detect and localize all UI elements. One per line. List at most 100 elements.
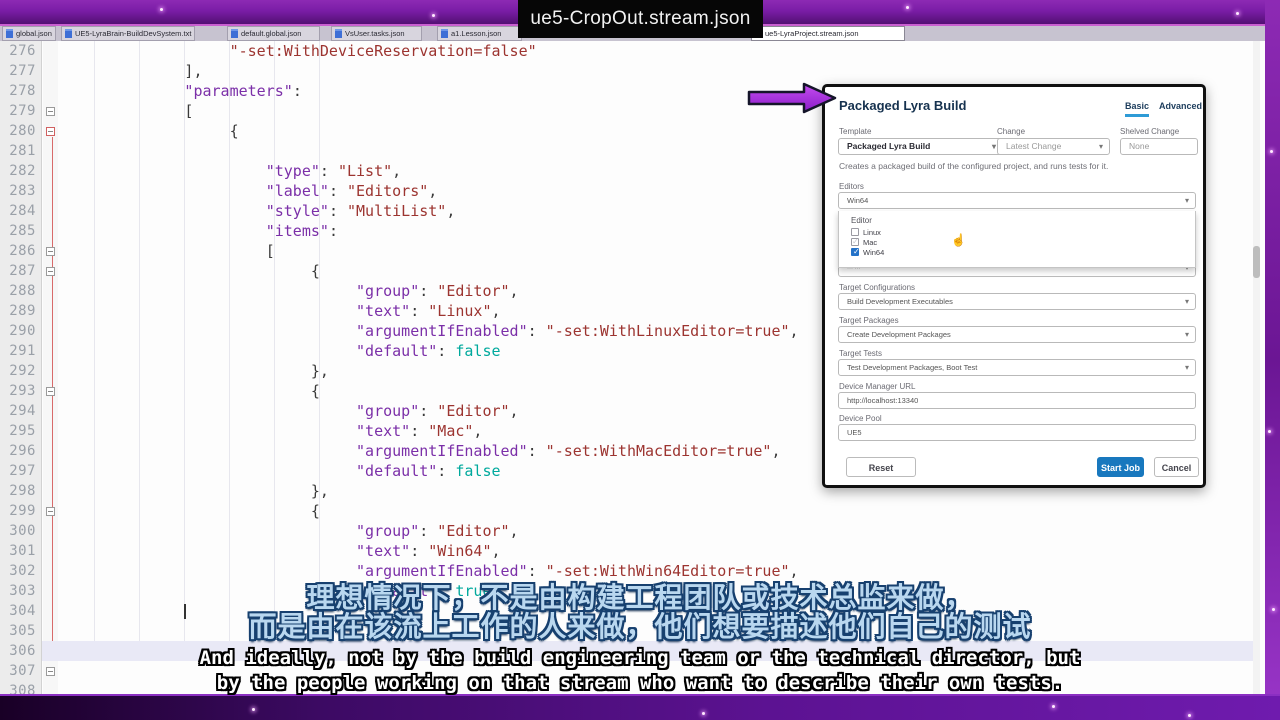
file-icon <box>441 29 448 38</box>
checkbox[interactable] <box>851 248 859 256</box>
line-number: 289 <box>0 301 36 321</box>
change-select[interactable]: Latest Change▾ <box>997 138 1110 155</box>
chevron-down-icon: ▾ <box>1185 327 1189 342</box>
shelved-change-label: Shelved Change <box>1120 127 1179 136</box>
line-number: 298 <box>0 481 36 501</box>
packaged-lyra-build-dialog: Packaged Lyra Build Basic Advanced Templ… <box>822 84 1206 488</box>
line-number: 294 <box>0 401 36 421</box>
line-number: 285 <box>0 221 36 241</box>
start-job-button[interactable]: Start Job <box>1097 457 1144 477</box>
hand-cursor-icon: ☝ <box>951 233 966 247</box>
scrollbar-thumb[interactable] <box>1253 246 1260 278</box>
subtitle-chinese-line2: 而是由在该流上工作的人来做，他们想要描述他们自己的测试 <box>0 605 1280 645</box>
fold-toggle[interactable] <box>46 127 55 136</box>
chevron-down-icon: ▾ <box>992 139 996 154</box>
line-number: 287 <box>0 261 36 281</box>
template-label: Template <box>839 127 871 136</box>
change-label: Change <box>997 127 1025 136</box>
code-line: 276 "-set:WithDeviceReservation=false" <box>0 41 1253 61</box>
fold-toggle[interactable] <box>46 107 55 116</box>
chevron-down-icon: ▾ <box>1185 294 1189 309</box>
file-icon <box>6 29 13 38</box>
tab-label: default.global.json <box>241 29 301 38</box>
line-number: 299 <box>0 501 36 521</box>
editor-tab[interactable]: default.global.json <box>227 26 320 41</box>
editor-tab[interactable]: a1.Lesson.json <box>437 26 522 41</box>
line-number: 278 <box>0 81 36 101</box>
device-manager-url-label: Device Manager URL <box>839 382 915 391</box>
line-number: 290 <box>0 321 36 341</box>
line-number: 283 <box>0 181 36 201</box>
code-line: 301 "text": "Win64", <box>0 541 1253 561</box>
fold-toggle[interactable] <box>46 267 55 276</box>
target-configurations-select[interactable]: Build Development Executables▾ <box>838 293 1196 310</box>
template-select[interactable]: Packaged Lyra Build▾ <box>838 138 1003 155</box>
editor-tab[interactable]: ue5-LyraProject.stream.json <box>751 26 905 41</box>
chevron-down-icon: ▾ <box>1185 360 1189 375</box>
line-number: 282 <box>0 161 36 181</box>
dialog-description: Creates a packaged build of the configur… <box>839 161 1108 171</box>
tab-label: UE5-LyraBrain-BuildDevSystem.txt <box>75 29 191 38</box>
line-number: 300 <box>0 521 36 541</box>
file-icon <box>335 29 342 38</box>
editor-option-linux[interactable]: Linux <box>851 227 881 237</box>
editor-group-label: Editor <box>851 216 872 225</box>
file-icon <box>231 29 238 38</box>
editors-dropdown-panel: Editor LinuxMacWin64 ☝ <box>838 211 1196 268</box>
checkbox-label: Mac <box>863 238 877 247</box>
chevron-down-icon: ▾ <box>1099 139 1103 154</box>
editor-tab[interactable]: VsUser.tasks.json <box>331 26 422 41</box>
line-number: 288 <box>0 281 36 301</box>
tab-label: a1.Lesson.json <box>451 29 501 38</box>
line-number: 281 <box>0 141 36 161</box>
video-title-overlay: ue5-CropOut.stream.json <box>518 0 763 38</box>
tab-advanced[interactable]: Advanced <box>1159 101 1202 111</box>
line-number: 292 <box>0 361 36 381</box>
code-line: 277 ], <box>0 61 1253 81</box>
target-tests-label: Target Tests <box>839 349 882 358</box>
target-packages-label: Target Packages <box>839 316 899 325</box>
checkbox[interactable] <box>851 238 859 246</box>
editor-option-mac[interactable]: Mac <box>851 237 877 247</box>
fold-toggle[interactable] <box>46 387 55 396</box>
dialog-title: Packaged Lyra Build <box>839 98 966 113</box>
subtitle-english-line1: And ideally, not by the build engineerin… <box>0 647 1280 669</box>
code-line: 299 { <box>0 501 1253 521</box>
checkbox-label: Linux <box>863 228 881 237</box>
line-number: 284 <box>0 201 36 221</box>
line-number: 277 <box>0 61 36 81</box>
editors-label: Editors <box>839 182 864 191</box>
target-tests-select[interactable]: Test Development Packages, Boot Test▾ <box>838 359 1196 376</box>
tab-label: global.json <box>16 29 52 38</box>
line-number: 291 <box>0 341 36 361</box>
editors-select[interactable]: Win64▾ <box>838 192 1196 209</box>
shelved-change-input[interactable]: None <box>1120 138 1198 155</box>
chevron-down-icon: ▾ <box>1185 193 1189 208</box>
line-number: 296 <box>0 441 36 461</box>
target-configurations-label: Target Configurations <box>839 283 915 292</box>
subtitle-english-line2: by the people working on that stream who… <box>0 672 1280 694</box>
fold-toggle[interactable] <box>46 247 55 256</box>
fold-toggle[interactable] <box>46 507 55 516</box>
line-number: 276 <box>0 41 36 61</box>
tab-label: ue5-LyraProject.stream.json <box>765 29 859 38</box>
line-number: 301 <box>0 541 36 561</box>
editor-option-win64[interactable]: Win64 <box>851 247 884 257</box>
tab-label: VsUser.tasks.json <box>345 29 405 38</box>
device-manager-url-input[interactable]: http://localhost:13340 <box>838 392 1196 409</box>
target-packages-select[interactable]: Create Development Packages▾ <box>838 326 1196 343</box>
line-number: 293 <box>0 381 36 401</box>
line-number: 297 <box>0 461 36 481</box>
reset-button[interactable]: Reset <box>846 457 916 477</box>
cancel-button[interactable]: Cancel <box>1154 457 1199 477</box>
line-number: 280 <box>0 121 36 141</box>
device-pool-input[interactable]: UE5 <box>838 424 1196 441</box>
line-number: 286 <box>0 241 36 261</box>
checkbox-label: Win64 <box>863 248 884 257</box>
file-icon <box>65 29 72 38</box>
checkbox[interactable] <box>851 228 859 236</box>
tab-basic[interactable]: Basic <box>1125 101 1149 117</box>
editor-tab[interactable]: UE5-LyraBrain-BuildDevSystem.txt <box>61 26 195 41</box>
device-pool-label: Device Pool <box>839 414 882 423</box>
editor-tab[interactable]: global.json <box>2 26 56 41</box>
